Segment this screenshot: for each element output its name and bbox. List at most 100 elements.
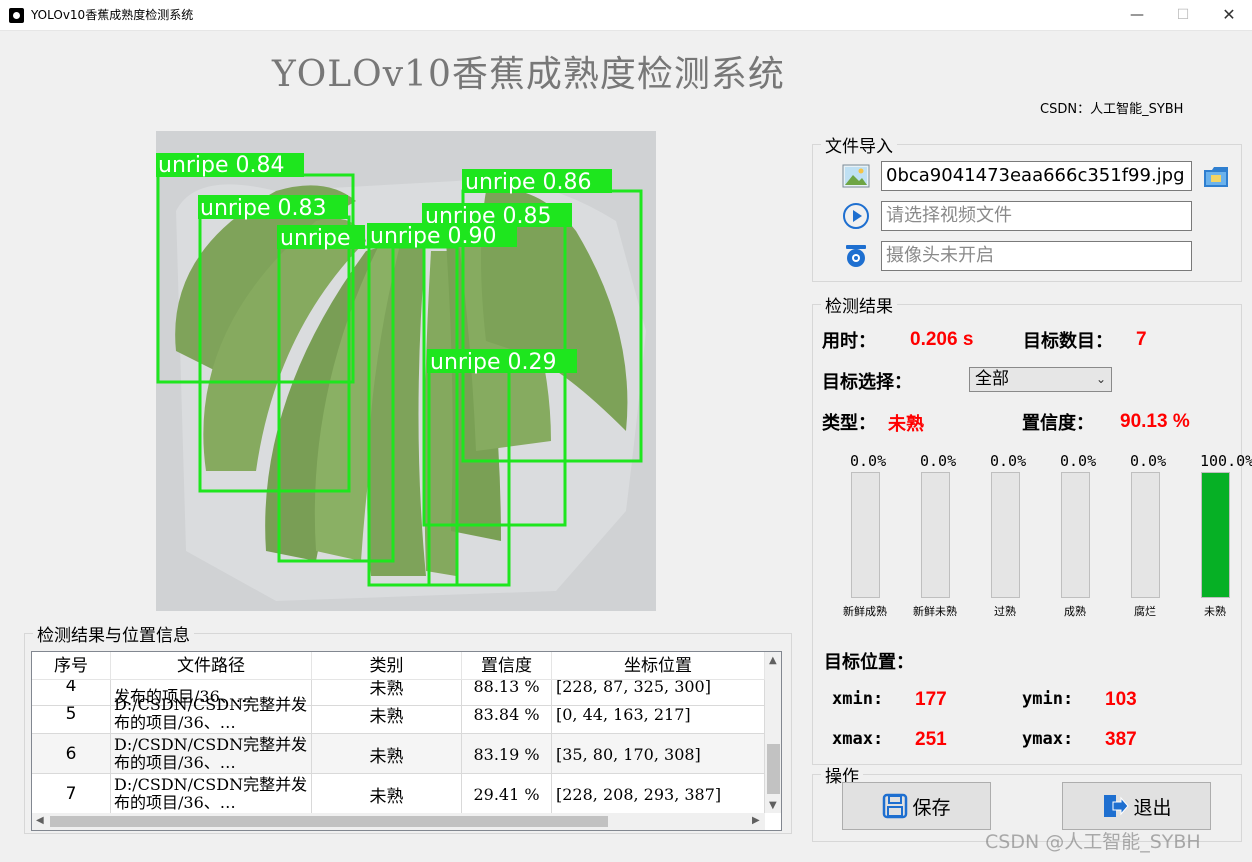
cell-index: 7 bbox=[32, 774, 111, 814]
bar-class-label: 过熟 bbox=[994, 605, 1016, 618]
scroll-thumb[interactable] bbox=[50, 816, 608, 827]
cell-class: 未熟 bbox=[312, 734, 462, 774]
target-select[interactable]: 全部 ⌄ bbox=[969, 367, 1112, 392]
save-button[interactable]: 保存 bbox=[842, 782, 991, 830]
bar-class-label: 新鲜未熟 bbox=[913, 605, 957, 618]
detection-label: unripe 0.29 bbox=[430, 350, 557, 375]
cell-coordinates: [0, 44, 163, 217] bbox=[552, 694, 765, 734]
progress-bar bbox=[991, 472, 1020, 598]
image-icon[interactable] bbox=[842, 162, 870, 190]
table-horizontal-scrollbar[interactable]: ◀ ▶ bbox=[32, 813, 765, 830]
position-label: 目标位置： bbox=[824, 652, 914, 673]
xmax-label: xmax: bbox=[832, 729, 884, 749]
progress-bar bbox=[1061, 472, 1090, 598]
close-button[interactable]: ✕ bbox=[1206, 0, 1252, 31]
header-path[interactable]: 文件路径 bbox=[111, 652, 312, 680]
time-value: 0.206 s bbox=[910, 329, 974, 350]
chevron-down-icon: ⌄ bbox=[1095, 372, 1106, 386]
bar-class-label: 腐烂 bbox=[1134, 605, 1156, 618]
header-confidence[interactable]: 置信度 bbox=[462, 652, 552, 680]
bar-class-label: 新鲜成熟 bbox=[843, 605, 887, 618]
cell-index: 5 bbox=[32, 694, 111, 734]
progress-bar bbox=[1131, 472, 1160, 598]
detection-label: unripe 0.84 bbox=[158, 153, 285, 178]
bar-class-label: 成熟 bbox=[1064, 605, 1086, 618]
folder-icon[interactable] bbox=[1202, 162, 1230, 190]
result-legend: 检测结果 bbox=[825, 297, 893, 317]
bar-class-label: 未熟 bbox=[1204, 605, 1226, 618]
target-select-value: 全部 bbox=[975, 369, 1009, 389]
file-import-legend: 文件导入 bbox=[825, 137, 893, 157]
table-vertical-scrollbar[interactable]: ▲ ▼ bbox=[765, 652, 781, 813]
header-coordinates[interactable]: 坐标位置 bbox=[552, 652, 765, 680]
cell-class: 未熟 bbox=[312, 694, 462, 734]
video-icon[interactable] bbox=[842, 202, 870, 230]
detection-label: unripe bbox=[280, 226, 351, 251]
ymax-label: ymax: bbox=[1022, 729, 1074, 749]
camera-icon[interactable] bbox=[842, 242, 870, 270]
count-value: 7 bbox=[1136, 329, 1147, 350]
table-legend: 检测结果与位置信息 bbox=[37, 626, 190, 646]
xmax-value: 251 bbox=[915, 729, 947, 750]
exit-icon bbox=[1104, 795, 1130, 817]
table-header: 序号 文件路径 类别 置信度 坐标位置 bbox=[32, 652, 765, 680]
save-icon bbox=[883, 793, 908, 819]
scroll-down-icon[interactable]: ▼ bbox=[769, 800, 777, 811]
bar-percent: 0.0% bbox=[990, 452, 1027, 470]
table-row[interactable]: 5 D:/CSDN/CSDN完整并发布的项目/36、… 未熟 83.84 % [… bbox=[32, 694, 765, 734]
scroll-right-icon[interactable]: ▶ bbox=[752, 815, 760, 826]
cell-coordinates: [228, 208, 293, 387] bbox=[552, 774, 765, 814]
progress-bar bbox=[851, 472, 880, 598]
bar-percent: 0.0% bbox=[1060, 452, 1097, 470]
watermark: CSDN @人工智能_SYBH bbox=[985, 831, 1201, 853]
table-row[interactable]: 7 D:/CSDN/CSDN完整并发布的项目/36、… 未熟 29.41 % [… bbox=[32, 774, 765, 814]
maximize-button[interactable]: ☐ bbox=[1160, 0, 1206, 31]
image-file-field[interactable]: 0bca9041473eaa666c351f99.jpg bbox=[881, 161, 1192, 191]
cell-path: D:/CSDN/CSDN完整并发布的项目/36、… bbox=[111, 734, 312, 774]
author-label: CSDN：人工智能_SYBH bbox=[1040, 102, 1184, 117]
bar-percent: 100.0% bbox=[1200, 452, 1252, 470]
cell-confidence: 83.84 % bbox=[462, 694, 552, 734]
minimize-button[interactable]: — bbox=[1114, 0, 1160, 31]
progress-bar bbox=[1201, 472, 1230, 598]
confidence-label: 置信度： bbox=[1022, 413, 1094, 434]
type-value: 未熟 bbox=[888, 414, 924, 435]
progress-bar-fill bbox=[1202, 473, 1229, 597]
detection-label: unripe 0.83 bbox=[200, 196, 327, 221]
cell-confidence: 29.41 % bbox=[462, 774, 552, 814]
detection-label: unripe 0.86 bbox=[465, 170, 592, 195]
scroll-up-icon[interactable]: ▲ bbox=[769, 655, 777, 666]
time-label: 用时： bbox=[822, 331, 876, 352]
confidence-value: 90.13 % bbox=[1120, 411, 1190, 432]
type-label: 类型： bbox=[822, 413, 876, 434]
video-file-field[interactable]: 请选择视频文件 bbox=[881, 201, 1192, 231]
cell-confidence: 83.19 % bbox=[462, 734, 552, 774]
camera-field[interactable]: 摄像头未开启 bbox=[881, 241, 1192, 271]
table-row[interactable]: 6 D:/CSDN/CSDN完整并发布的项目/36、… 未熟 83.19 % [… bbox=[32, 734, 765, 774]
xmin-label: xmin: bbox=[832, 689, 884, 709]
bar-percent: 0.0% bbox=[1130, 452, 1167, 470]
exit-button[interactable]: 退出 bbox=[1062, 782, 1211, 830]
xmin-value: 177 bbox=[915, 689, 947, 710]
scroll-thumb[interactable] bbox=[767, 744, 780, 794]
window-titlebar: YOLOv10香蕉成熟度检测系统 — ☐ ✕ bbox=[0, 0, 1252, 31]
cell-path: D:/CSDN/CSDN完整并发布的项目/36、… bbox=[111, 774, 312, 814]
exit-button-label: 退出 bbox=[1133, 796, 1172, 819]
target-select-label: 目标选择： bbox=[822, 372, 912, 393]
header-index[interactable]: 序号 bbox=[32, 652, 111, 680]
cell-index: 6 bbox=[32, 734, 111, 774]
detection-label: unripe 0.90 bbox=[370, 224, 497, 249]
cell-coordinates: [35, 80, 170, 308] bbox=[552, 734, 765, 774]
progress-bar bbox=[921, 472, 950, 598]
scroll-left-icon[interactable]: ◀ bbox=[36, 815, 44, 826]
window-title: YOLOv10香蕉成熟度检测系统 bbox=[31, 8, 194, 22]
ymin-label: ymin: bbox=[1022, 689, 1074, 709]
count-label: 目标数目： bbox=[1023, 331, 1113, 352]
save-button-label: 保存 bbox=[912, 796, 951, 819]
detection-image: unripe 0.84 unripe 0.83 unripe 0.86 unri… bbox=[156, 131, 656, 611]
header-class[interactable]: 类别 bbox=[312, 652, 462, 680]
results-table[interactable]: 4 发布的项目/36、… 未熟 88.13 % [228, 87, 325, 3… bbox=[31, 651, 782, 831]
bar-percent: 0.0% bbox=[920, 452, 957, 470]
bar-percent: 0.0% bbox=[850, 452, 887, 470]
cell-class: 未熟 bbox=[312, 774, 462, 814]
